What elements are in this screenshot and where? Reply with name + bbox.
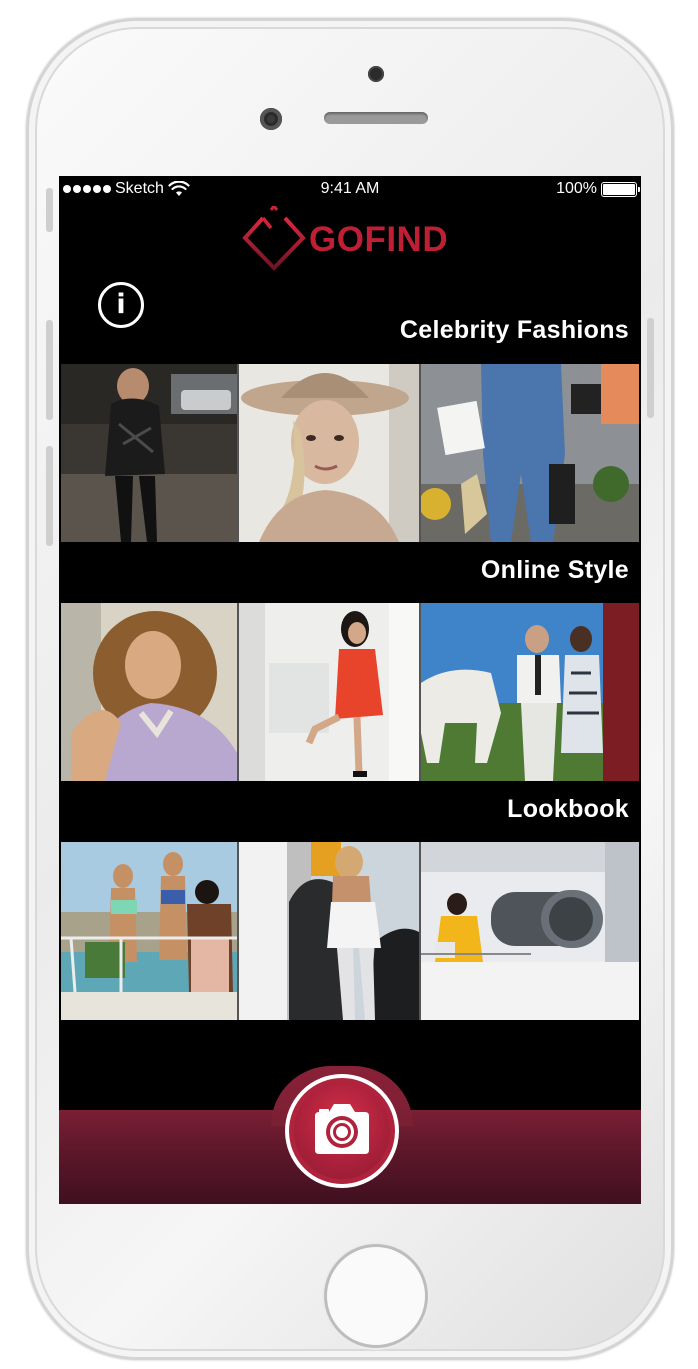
section-row-celebrity-fashions: [61, 364, 639, 542]
front-camera: [260, 108, 282, 130]
photo-tile[interactable]: [239, 842, 419, 1020]
logo-diamond-icon: [242, 206, 306, 271]
battery-percentage: 100%: [556, 180, 597, 197]
earpiece-speaker: [324, 112, 428, 124]
status-right: 100%: [556, 180, 640, 198]
logo-text: GOFIND: [309, 220, 449, 259]
home-button[interactable]: [324, 1244, 428, 1348]
app-screen: Sketch 9:41 AM 100% GOFIND i Celebrity F…: [59, 176, 641, 1204]
photo-tile[interactable]: [421, 364, 639, 542]
status-time: 9:41 AM: [320, 180, 380, 197]
photo-tile[interactable]: [421, 603, 639, 781]
photo-tile[interactable]: [61, 842, 237, 1020]
photo-tile[interactable]: [421, 842, 639, 1020]
section-title-celebrity-fashions[interactable]: Celebrity Fashions: [400, 316, 629, 345]
power-button: [647, 318, 654, 418]
photo-tile[interactable]: [61, 364, 237, 542]
proximity-sensor: [368, 66, 384, 82]
mute-switch: [46, 188, 53, 232]
section-title-online-style[interactable]: Online Style: [481, 556, 629, 585]
info-icon: i: [116, 289, 126, 320]
volume-up-button: [46, 320, 53, 420]
battery-icon: [601, 181, 640, 197]
gofind-logo: GOFIND: [241, 206, 463, 274]
photo-tile[interactable]: [61, 603, 237, 781]
photo-tile[interactable]: [239, 603, 419, 781]
section-title-lookbook[interactable]: Lookbook: [507, 795, 629, 824]
volume-down-button: [46, 446, 53, 546]
camera-icon: [315, 1104, 369, 1154]
section-row-online-style: [61, 603, 639, 781]
camera-button[interactable]: [285, 1074, 399, 1188]
section-row-lookbook: [61, 842, 639, 1020]
photo-tile[interactable]: [239, 364, 419, 542]
status-bar: Sketch 9:41 AM 100%: [59, 176, 641, 202]
info-button[interactable]: i: [98, 282, 144, 328]
